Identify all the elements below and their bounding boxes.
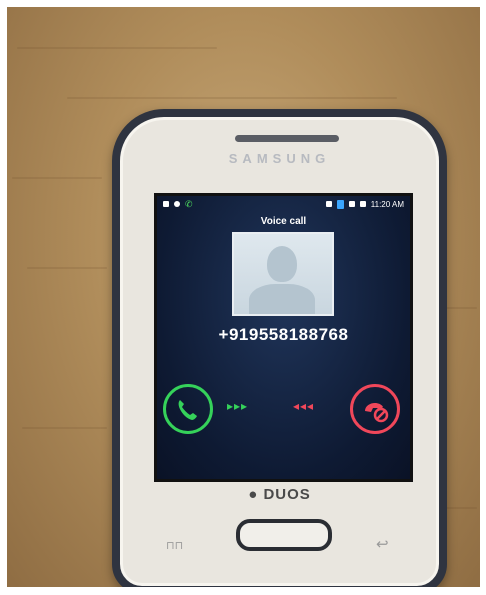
avatar-head bbox=[267, 246, 297, 282]
notification-icon bbox=[163, 201, 169, 207]
phone-reject-icon bbox=[365, 403, 389, 423]
home-button[interactable] bbox=[236, 519, 332, 551]
phone-device: SAMSUNG ✆ 11:20 AM Voice call +919558188… bbox=[112, 109, 447, 587]
reject-call-button[interactable] bbox=[350, 384, 400, 434]
menu-key[interactable]: ⊓⊓ bbox=[166, 539, 183, 552]
avatar-body bbox=[249, 284, 315, 314]
notification-icon bbox=[174, 201, 180, 207]
data-icon bbox=[336, 199, 344, 209]
reject-arrows: ◂◂◂ bbox=[293, 399, 315, 413]
phone-screen: ✆ 11:20 AM Voice call +919558188768 ▸▸▸ … bbox=[154, 193, 413, 482]
contact-avatar bbox=[232, 232, 334, 316]
photo-background: SAMSUNG ✆ 11:20 AM Voice call +919558188… bbox=[7, 7, 480, 587]
accept-arrows: ▸▸▸ bbox=[227, 399, 249, 413]
phone-accept-icon bbox=[178, 400, 197, 420]
call-type-label: Voice call bbox=[260, 216, 307, 227]
accept-call-button[interactable] bbox=[163, 384, 213, 434]
status-bar: ✆ 11:20 AM bbox=[157, 196, 410, 212]
call-status-icon: ✆ bbox=[185, 198, 193, 209]
brand-logo: SAMSUNG bbox=[228, 151, 331, 166]
earpiece-speaker bbox=[235, 135, 339, 142]
back-key[interactable]: ↩ bbox=[376, 535, 389, 553]
sim-icon bbox=[325, 201, 332, 207]
status-time: 11:20 AM bbox=[370, 199, 404, 209]
model-label: ● DUOS bbox=[248, 486, 311, 503]
caller-number: +919558188768 bbox=[218, 325, 349, 344]
signal-icon bbox=[348, 201, 355, 207]
battery-icon bbox=[359, 201, 366, 207]
